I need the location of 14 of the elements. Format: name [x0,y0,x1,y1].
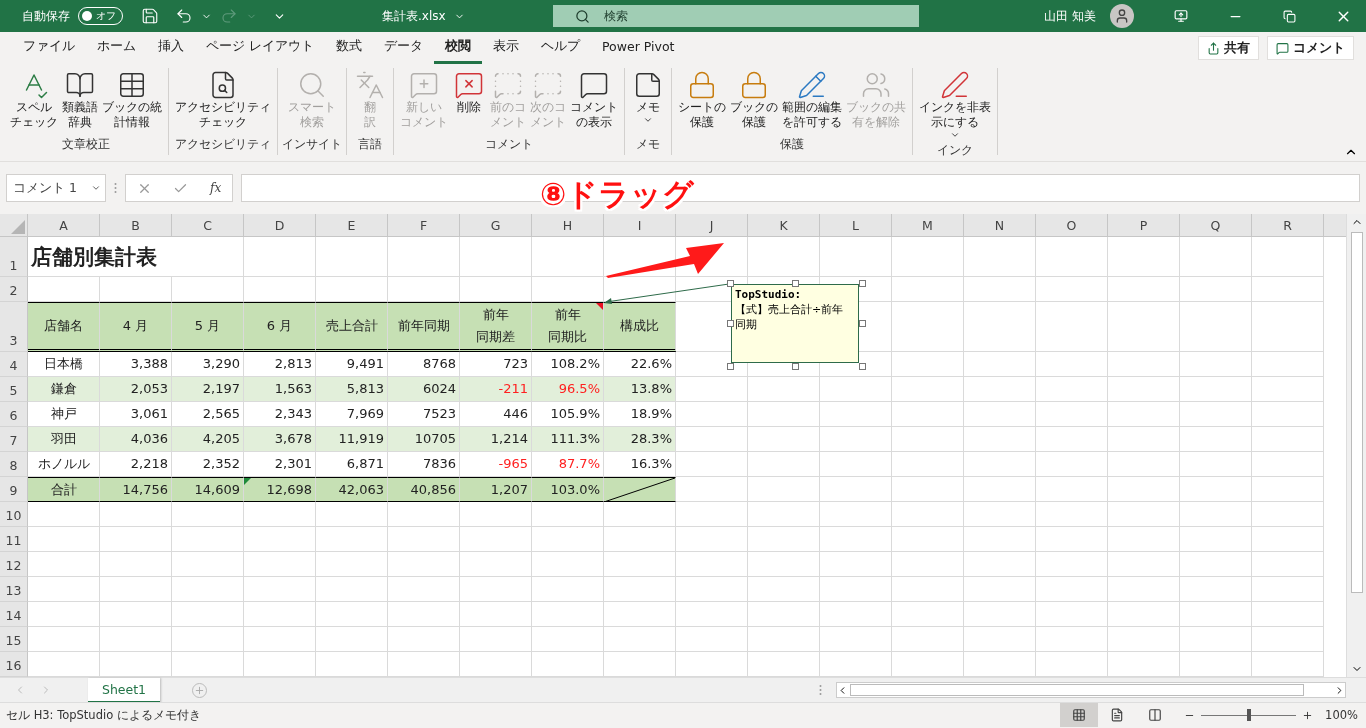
group-label: インク [937,142,973,159]
group-label: メモ [636,136,660,153]
group-label: 言語 [358,136,382,153]
user-name: 山田 知美 [1044,7,1096,25]
status-text: セル H3: TopStudio によるメモ付き [6,707,201,723]
comment-author: TopStudio: [735,287,803,302]
comment-text: 【式】売上合計÷前年同期 [735,302,845,332]
group-label: 保護 [780,136,804,153]
autosave-label: 自動保存 [22,7,70,25]
group-label: アクセシビリティ [175,136,271,153]
group-label: コメント [485,136,533,153]
group-label: インサイト [282,136,342,153]
step-annotation: ⑧ドラッグ [540,175,695,214]
group-label: 文章校正 [62,136,110,153]
